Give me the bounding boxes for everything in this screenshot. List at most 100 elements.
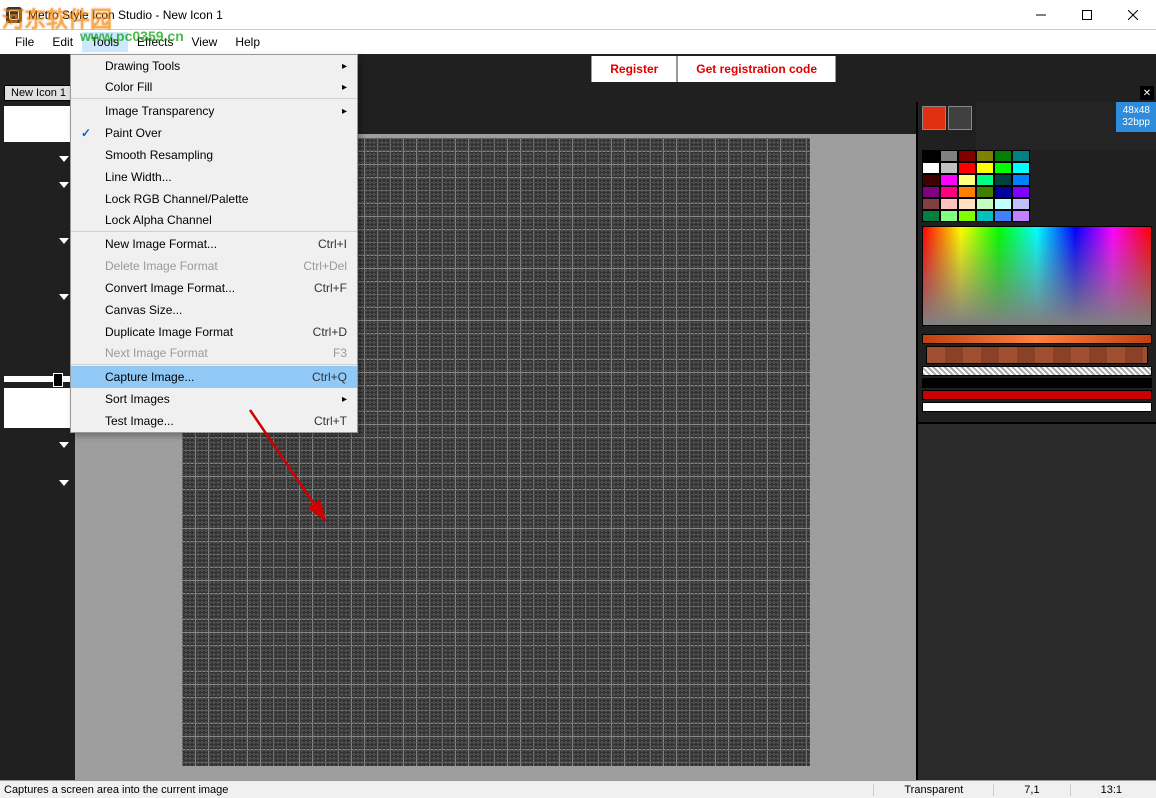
mi-line-width[interactable]: Line Width... (71, 166, 357, 188)
document-tab[interactable]: New Icon 1 (4, 85, 73, 101)
palette-swatch[interactable] (976, 210, 994, 222)
tool-row-3[interactable] (0, 228, 75, 254)
palette-swatch[interactable] (922, 150, 940, 162)
mi-convert-image-format[interactable]: Convert Image Format...Ctrl+F (71, 277, 357, 299)
palette-swatch[interactable] (940, 174, 958, 186)
status-mode: Transparent (873, 784, 993, 796)
icon-preview: 48x48 32bpp (976, 102, 1156, 150)
left-toolbox (0, 102, 75, 780)
preview-info: 48x48 32bpp (1116, 102, 1156, 132)
palette-swatch[interactable] (922, 162, 940, 174)
tool-row-6[interactable] (0, 470, 75, 496)
palette-swatch[interactable] (958, 162, 976, 174)
submenu-arrow-icon: ▸ (342, 394, 347, 405)
tab-close-button[interactable]: ✕ (1140, 86, 1154, 100)
palette-swatch[interactable] (994, 198, 1012, 210)
palette-swatch[interactable] (994, 150, 1012, 162)
mi-paint-over[interactable]: Paint Over (71, 122, 357, 144)
menu-tools[interactable]: Tools (82, 32, 128, 52)
palette-swatch[interactable] (994, 162, 1012, 174)
palette-swatch[interactable] (922, 186, 940, 198)
mi-test-image[interactable]: Test Image...Ctrl+T (71, 410, 357, 432)
mi-capture-image[interactable]: Capture Image...Ctrl+Q (71, 366, 357, 388)
palette-swatch[interactable] (976, 186, 994, 198)
palette-swatch[interactable] (976, 150, 994, 162)
size-preview-large[interactable] (4, 106, 71, 142)
statusbar: Captures a screen area into the current … (0, 780, 1156, 798)
dropdown-icon (59, 238, 69, 244)
tool-row-1[interactable] (0, 146, 75, 172)
palette-swatch[interactable] (958, 210, 976, 222)
dropdown-icon (59, 294, 69, 300)
palette-swatch[interactable] (922, 210, 940, 222)
palette-swatch[interactable] (958, 174, 976, 186)
palette-swatch[interactable] (940, 162, 958, 174)
status-coords: 7,1 (993, 784, 1069, 796)
tool-row-5[interactable] (0, 432, 75, 458)
tool-row-2[interactable] (0, 172, 75, 198)
palette-swatch[interactable] (976, 174, 994, 186)
mi-next-image-format: Next Image FormatF3 (71, 343, 357, 365)
palette-swatch[interactable] (1012, 210, 1030, 222)
palette-swatch[interactable] (1012, 162, 1030, 174)
tool-row-4[interactable] (0, 284, 75, 310)
palette-swatch[interactable] (922, 198, 940, 210)
maximize-button[interactable] (1064, 0, 1110, 30)
mi-image-transparency[interactable]: Image Transparency▸ (71, 100, 357, 122)
mi-duplicate-image-format[interactable]: Duplicate Image FormatCtrl+D (71, 321, 357, 343)
hue-slider[interactable] (922, 334, 1152, 344)
palette-swatch[interactable] (1012, 186, 1030, 198)
minimize-button[interactable] (1018, 0, 1064, 30)
brush-size-slider[interactable] (4, 376, 71, 382)
palette-swatch[interactable] (940, 210, 958, 222)
palette-swatch[interactable] (958, 186, 976, 198)
palette-swatch[interactable] (1012, 174, 1030, 186)
menu-view[interactable]: View (183, 32, 227, 52)
size-preview-small[interactable] (4, 388, 71, 428)
right-panel: 48x48 32bpp (916, 102, 1156, 780)
current-colors (918, 102, 976, 150)
get-registration-code-button[interactable]: Get registration code (677, 56, 836, 82)
mi-lock-rgb[interactable]: Lock RGB Channel/Palette (71, 188, 357, 210)
palette-swatch[interactable] (1012, 198, 1030, 210)
palette-swatch[interactable] (976, 198, 994, 210)
value-slider[interactable] (922, 378, 1152, 388)
menu-effects[interactable]: Effects (128, 32, 182, 52)
submenu-arrow-icon: ▸ (342, 106, 347, 117)
mi-smooth-resampling[interactable]: Smooth Resampling (71, 144, 357, 166)
color-palette (918, 150, 1156, 222)
palette-swatch[interactable] (1012, 150, 1030, 162)
palette-swatch[interactable] (976, 162, 994, 174)
color-sliders (922, 332, 1152, 414)
foreground-color-swatch[interactable] (922, 106, 946, 130)
pattern-slider[interactable] (922, 366, 1152, 376)
dropdown-icon (59, 442, 69, 448)
mi-drawing-tools[interactable]: Drawing Tools▸ (71, 55, 357, 77)
mi-color-fill[interactable]: Color Fill▸ (71, 77, 357, 99)
mi-new-image-format[interactable]: New Image Format...Ctrl+I (71, 233, 357, 255)
close-button[interactable] (1110, 0, 1156, 30)
register-button[interactable]: Register (591, 56, 677, 82)
background-color-swatch[interactable] (948, 106, 972, 130)
mi-canvas-size[interactable]: Canvas Size... (71, 299, 357, 321)
red-slider[interactable] (922, 390, 1152, 400)
palette-swatch[interactable] (922, 174, 940, 186)
palette-swatch[interactable] (994, 210, 1012, 222)
mi-sort-images[interactable]: Sort Images▸ (71, 388, 357, 410)
alpha-slider[interactable] (922, 402, 1152, 412)
palette-swatch[interactable] (994, 174, 1012, 186)
preview-size: 48x48 (1122, 105, 1150, 117)
mi-lock-alpha[interactable]: Lock Alpha Channel (71, 210, 357, 232)
dropdown-icon (59, 480, 69, 486)
menu-edit[interactable]: Edit (43, 32, 82, 52)
texture-picker[interactable] (926, 346, 1148, 364)
palette-swatch[interactable] (994, 186, 1012, 198)
palette-swatch[interactable] (940, 198, 958, 210)
menu-help[interactable]: Help (226, 32, 269, 52)
gradient-color-picker[interactable] (922, 226, 1152, 326)
palette-swatch[interactable] (940, 186, 958, 198)
palette-swatch[interactable] (958, 198, 976, 210)
palette-swatch[interactable] (958, 150, 976, 162)
palette-swatch[interactable] (940, 150, 958, 162)
menu-file[interactable]: File (6, 32, 43, 52)
